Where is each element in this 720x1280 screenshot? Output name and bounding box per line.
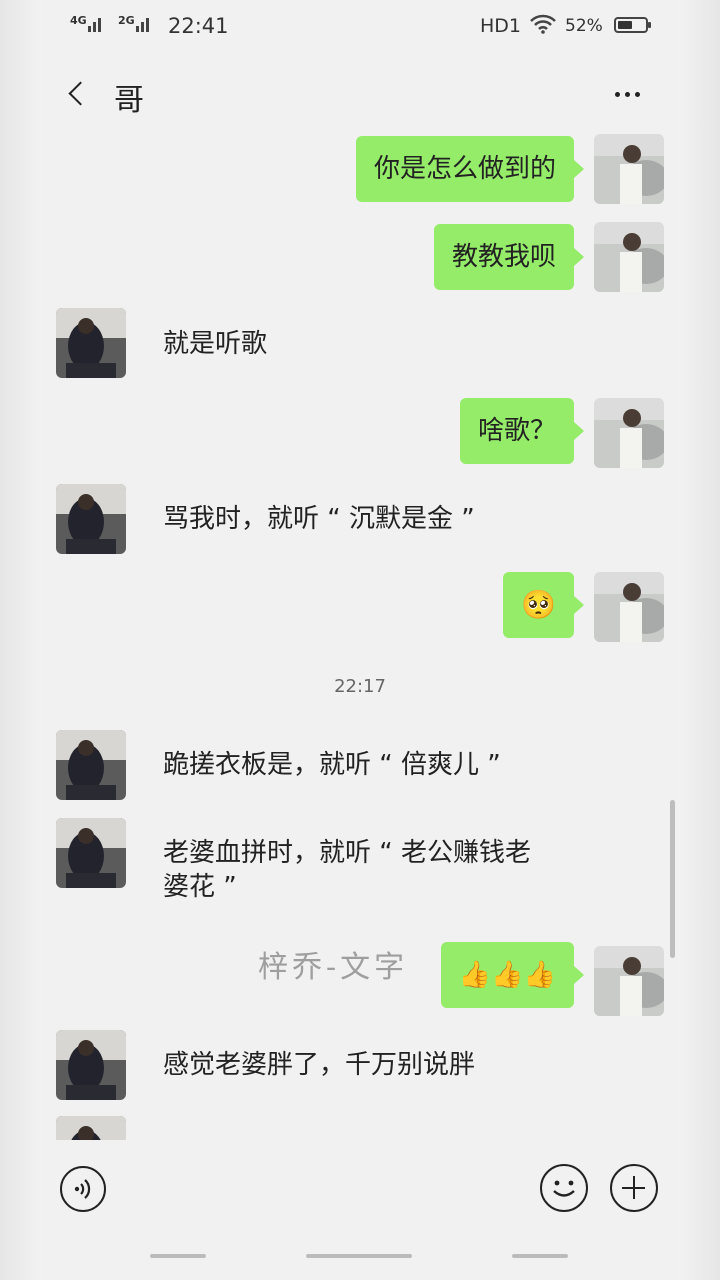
avatar-self[interactable] — [594, 134, 664, 204]
avatar-contact[interactable] — [56, 1030, 126, 1100]
watermark: 梓乔-文字 — [258, 950, 409, 985]
message-bubble-sent[interactable]: 你是怎么做到的 — [355, 136, 585, 202]
avatar-contact[interactable] — [56, 818, 126, 888]
nav-menu-button[interactable] — [150, 1254, 206, 1258]
avatar-self[interactable] — [594, 222, 664, 292]
battery-icon — [614, 17, 651, 33]
message-bubble-emoji-thumbs[interactable]: 👍👍👍 — [440, 942, 585, 1008]
emoji-icon — [553, 1180, 575, 1197]
scrollbar[interactable] — [670, 800, 675, 958]
battery-percent: 52% — [565, 16, 603, 36]
thumbs-up-icon: 👍👍👍 — [458, 960, 556, 990]
message-bubble-sent[interactable]: 啥歌？ — [459, 398, 585, 464]
message-text-received[interactable]: 跪搓衣板是，就听 “ 倍爽儿 ” — [163, 748, 603, 782]
back-button[interactable] — [60, 74, 100, 114]
input-bar — [42, 1140, 678, 1240]
message-text-received[interactable]: 感觉老婆胖了，千万别说胖 — [163, 1048, 603, 1082]
chat-title: 哥 — [114, 83, 144, 118]
more-options-button[interactable] — [602, 74, 652, 114]
signal-label-2: 2G — [118, 14, 135, 27]
message-bubble-sent[interactable]: 教教我呗 — [433, 224, 585, 290]
avatar-contact[interactable] — [56, 484, 126, 554]
status-time: 22:41 — [168, 14, 229, 38]
nav-home-button[interactable] — [306, 1254, 412, 1258]
signal-bars-1-icon — [88, 18, 101, 32]
navigation-bar — [42, 1240, 678, 1280]
avatar-self[interactable] — [594, 572, 664, 642]
plus-button[interactable] — [610, 1164, 658, 1212]
message-text-received[interactable]: 老婆血拼时，就听 “ 老公赚钱老 婆花 ” — [163, 836, 603, 904]
timestamp: 22:17 — [334, 676, 386, 697]
avatar-self[interactable] — [594, 946, 664, 1016]
signal-bars-2-icon — [136, 18, 149, 32]
status-bar: 4G 2G 22:41 HD1 52% — [42, 0, 678, 54]
avatar-self[interactable] — [594, 398, 664, 468]
message-bubble-emoji-flushed[interactable]: 🥺 — [503, 572, 584, 638]
signal-label-1: 4G — [70, 14, 87, 27]
battery-fill — [618, 21, 632, 29]
phone-screen: 4G 2G 22:41 HD1 52% 哥 你是怎么做到的 教教我呗 就是听歌 … — [42, 0, 678, 1280]
nav-back-button[interactable] — [512, 1254, 568, 1258]
message-list[interactable]: 你是怎么做到的 教教我呗 就是听歌 啥歌？ 骂我时，就听 “ 沉默是金 ” 🥺 … — [42, 130, 678, 1140]
flushed-face-icon: 🥺 — [521, 588, 556, 621]
message-text-received[interactable]: 就是听歌 — [163, 327, 603, 361]
voice-button[interactable] — [60, 1166, 106, 1212]
blurred-edge-left — [0, 0, 42, 1280]
avatar-contact[interactable] — [56, 730, 126, 800]
avatar-contact[interactable] — [56, 308, 126, 378]
wifi-icon — [530, 14, 556, 34]
chat-header: 哥 — [42, 58, 678, 130]
hd-label: HD1 — [480, 15, 522, 37]
avatar-contact[interactable] — [56, 1116, 126, 1140]
blurred-edge-right — [678, 0, 720, 1280]
emoji-button[interactable] — [540, 1164, 588, 1212]
message-text-received[interactable]: 骂我时，就听 “ 沉默是金 ” — [163, 502, 603, 536]
voice-icon — [74, 1179, 91, 1199]
